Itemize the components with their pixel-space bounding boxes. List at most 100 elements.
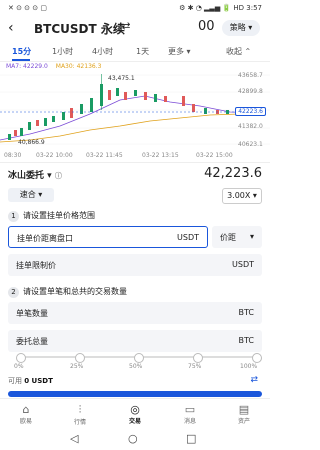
ma30-line (0, 111, 263, 143)
limit-price-label: 挂单限制价 (16, 261, 56, 270)
order-type-select[interactable]: 冰山委托 ▾ ⓘ (8, 168, 62, 181)
strategy-button[interactable]: 策略 ▾ (222, 20, 260, 36)
wallet-icon: ▤ (238, 403, 250, 416)
nav-message[interactable]: ▭ 消息 (170, 403, 210, 425)
tab-15m[interactable]: 15分 (12, 46, 31, 57)
tab-collapse[interactable]: 收起 ⌃ (226, 46, 251, 57)
chevron-down-icon: ▾ (248, 23, 253, 32)
single-quantity-input[interactable]: 单笔数量 BTC (8, 302, 262, 324)
total-quantity-input[interactable]: 委托总量 BTC (8, 330, 262, 352)
quantity-slider[interactable] (16, 353, 262, 363)
slider-mark: 0% (14, 363, 24, 370)
transfer-icon[interactable]: ⇄ (250, 375, 258, 385)
ma30-label: MA30: 42136.3 (55, 63, 102, 70)
ma7-line (0, 95, 263, 141)
tab-4h[interactable]: 4小时 (92, 46, 113, 57)
slider-stop[interactable] (252, 353, 262, 363)
tab-collapse-label: 收起 (226, 47, 242, 56)
single-quantity-unit: BTC (238, 308, 255, 317)
step-title: 请设置单笔和总共的交易数量 (23, 287, 127, 296)
page-title[interactable]: BTCUSDT 永续 (34, 20, 125, 37)
y-tick-label: 43658.7 (238, 72, 263, 79)
step-number: 1 (8, 211, 19, 222)
system-nav: ◁ ○ □ (0, 428, 270, 450)
tab-more[interactable]: 更多 ▾ (168, 46, 191, 57)
candles (8, 74, 229, 140)
carrier-label: HD (233, 4, 245, 12)
tab-more-label: 更多 (168, 47, 184, 56)
slider-stop[interactable] (16, 353, 26, 363)
trade-icon: ◎ (130, 403, 140, 416)
slider-stop[interactable] (75, 353, 85, 363)
ma-legend: MA7: 42229.0 MA30: 42136.3 (6, 63, 107, 70)
status-left-icons: ✕ ⊙ ⊙ ⊙ ▢ (8, 4, 47, 12)
single-quantity-label: 单笔数量 (16, 309, 48, 318)
slider-mark: 100% (240, 363, 258, 370)
submit-button[interactable] (8, 391, 262, 397)
divider (0, 61, 270, 62)
price-gap-label: 挂单价距离盘口 (17, 234, 73, 243)
nav-assets[interactable]: ▤ 资产 (224, 403, 264, 425)
candlestick-chart[interactable]: 43,475.1 40,866.9 43658.7 42899.8 41382.… (0, 70, 270, 160)
home-icon: ⌂ (22, 403, 30, 416)
interval-tabs: 15分 1小时 4小时 1天 更多 ▾ 收起 ⌃ (0, 44, 270, 61)
tab-1h[interactable]: 1小时 (52, 46, 73, 57)
slider-mark: 75% (188, 363, 202, 370)
y-tick-label: 42899.8 (238, 88, 263, 95)
clock: 3:57 (246, 4, 262, 12)
status-icons: ⚙ ✱ ◔ ▂▃▅ 🔋 (179, 4, 232, 12)
low-annotation: 40,866.9 (18, 139, 45, 146)
nav-label: 消息 (183, 418, 196, 425)
bottom-nav: ⌂ 欧易 ⫶ 行情 ◎ 交易 ▭ 消息 ▤ 资产 (0, 398, 270, 429)
swap-icon[interactable]: ⇄ (122, 21, 130, 32)
order-type-label: 冰山委托 (8, 171, 45, 181)
tab-1d[interactable]: 1天 (136, 46, 149, 57)
x-tick-label: 03-22 15:00 (196, 152, 233, 159)
chevron-down-icon: ▾ (249, 232, 254, 241)
time-axis: 08:30 03-22 10:00 03-22 11:45 03-22 13:1… (0, 152, 270, 160)
nav-label: 交易 (128, 418, 141, 425)
back-arrow-icon[interactable]: ‹ (8, 20, 14, 36)
speed-label: 速合 (19, 190, 36, 199)
status-right-icons: ⚙ ✱ ◔ ▂▃▅ 🔋 HD 3:57 (179, 4, 262, 12)
nav-label: 行情 (73, 419, 86, 426)
current-price: 42,223.6 (204, 166, 262, 181)
step-number: 2 (8, 287, 19, 298)
step-1-header: 1 请设置挂单价格范围 (8, 210, 95, 222)
available-label: 可用 (8, 377, 22, 385)
slider-stop[interactable] (134, 353, 144, 363)
recents-icon[interactable]: □ (186, 432, 196, 445)
ma7-label: MA7: 42229.0 (6, 63, 48, 70)
x-tick-label: 03-22 11:45 (86, 152, 123, 159)
total-quantity-unit: BTC (238, 336, 255, 345)
speed-select[interactable]: 速合 ▾ (8, 188, 54, 202)
limit-price-input[interactable]: 挂单限制价 USDT (8, 254, 262, 276)
nav-market[interactable]: ⫶ 行情 (60, 403, 100, 426)
back-icon[interactable]: ◁ (70, 432, 78, 445)
nav-label: 资产 (237, 418, 250, 425)
leverage-select[interactable]: 3.00X ▾ (222, 188, 262, 204)
step-title: 请设置挂单价格范围 (23, 211, 95, 220)
limit-price-unit: USDT (232, 260, 254, 269)
home-circle-icon[interactable]: ○ (128, 432, 138, 445)
slider-mark: 50% (129, 363, 143, 370)
nav-trade[interactable]: ◎ 交易 (115, 403, 155, 425)
slider-mark: 25% (70, 363, 84, 370)
total-quantity-label: 委托总量 (16, 337, 48, 346)
step-2-header: 2 请设置单笔和总共的交易数量 (8, 286, 127, 298)
x-tick-label: 08:30 (4, 152, 22, 159)
slider-stop[interactable] (193, 353, 203, 363)
price-gap-mode-select[interactable]: 价距 ▾ (212, 226, 262, 248)
divider (0, 162, 270, 163)
message-icon: ▭ (184, 403, 196, 416)
zero-label[interactable]: 00 (198, 19, 215, 34)
price-gap-input[interactable]: 挂单价距离盘口 USDT (8, 226, 208, 248)
chart-icon: ⫶ (78, 403, 82, 416)
header: ‹ BTCUSDT 永续 ⇄ 00 策略 ▾ (0, 16, 270, 42)
current-price-label: 42223.6 (235, 107, 266, 116)
x-tick-label: 03-22 10:00 (36, 152, 73, 159)
info-icon: ⓘ (54, 172, 62, 180)
available-balance: 可用 0 USDT (8, 376, 53, 386)
strategy-label: 策略 (229, 23, 246, 32)
nav-home[interactable]: ⌂ 欧易 (6, 403, 46, 425)
